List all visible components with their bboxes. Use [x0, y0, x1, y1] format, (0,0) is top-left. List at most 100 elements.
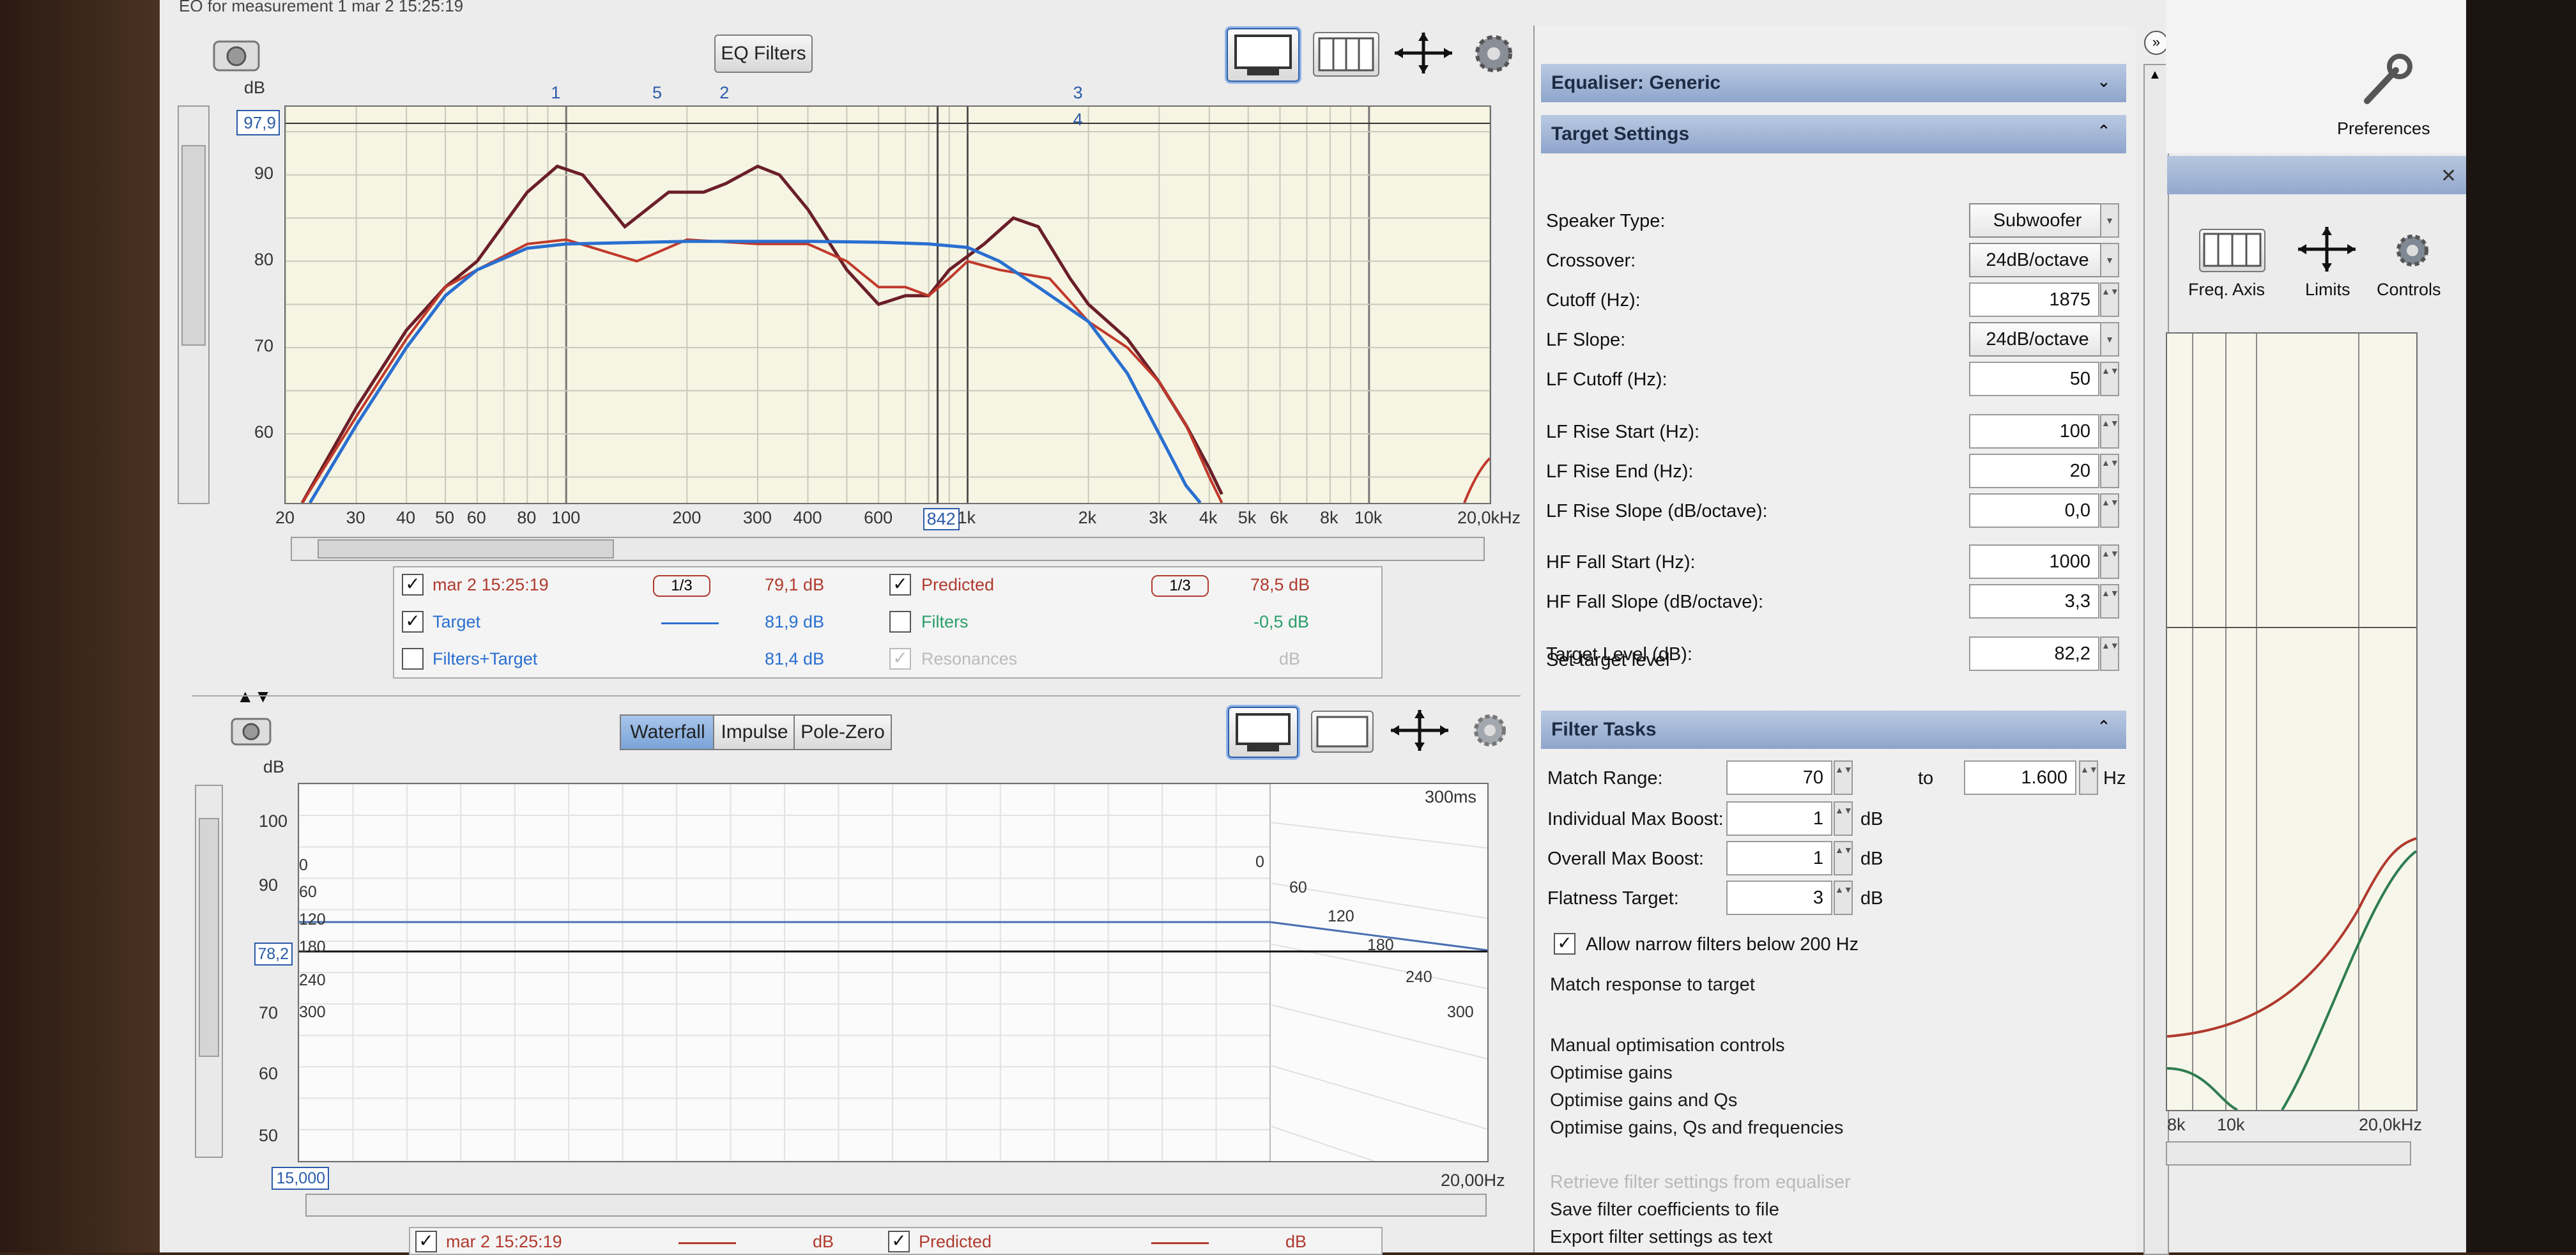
limits-arrows-icon-bottom[interactable] [1388, 708, 1452, 753]
individual-max-boost-field[interactable]: 1 [1726, 801, 1832, 836]
controls-label[interactable]: Controls [2377, 280, 2441, 300]
target-field-input[interactable]: 100 [1969, 414, 2099, 449]
limits-arrows-icon[interactable] [1392, 31, 1455, 75]
hscroll-thumb[interactable] [318, 539, 614, 558]
equaliser-header[interactable]: Equaliser: Generic [1541, 64, 2126, 102]
filter-marker[interactable]: 1 [551, 83, 560, 103]
spinner-arrows-icon[interactable]: ▲▼ [2100, 414, 2119, 449]
tab-waterfall[interactable]: Waterfall [620, 714, 716, 750]
top-graph-hscroll[interactable] [291, 537, 1485, 561]
optimise-gains-qs-button[interactable]: Optimise gains and Qs [1550, 1090, 1737, 1111]
filter-marker[interactable]: 4 [1073, 110, 1083, 130]
legend-checkbox-target[interactable]: ✓ [402, 611, 424, 633]
target-field-combo[interactable]: Subwoofer [1969, 203, 2106, 238]
match-response-button[interactable]: Match response to target [1550, 974, 1755, 996]
predicted-smoothing-badge[interactable]: 1/3 [1151, 575, 1209, 597]
split-icon-bottom[interactable] [1311, 711, 1374, 753]
manual-optimisation-button[interactable]: Manual optimisation controls [1550, 1035, 1785, 1056]
vscroll-thumb[interactable] [181, 145, 206, 346]
camera-icon[interactable] [211, 32, 262, 77]
spinner-arrows-icon[interactable]: ▲▼ [2100, 636, 2119, 671]
target-settings-header[interactable]: Target Settings [1541, 115, 2126, 153]
match-range-from[interactable]: 70 [1726, 760, 1832, 795]
bottom-legend-checkbox[interactable]: ✓ [415, 1231, 437, 1252]
controls-gear-icon[interactable] [2389, 227, 2435, 273]
layout-icon-bottom[interactable] [1228, 707, 1298, 758]
limits-label[interactable]: Limits [2305, 280, 2350, 300]
filter-marker[interactable]: 5 [652, 83, 662, 103]
bottom-x-start-box[interactable]: 15,000 [272, 1167, 329, 1190]
dropdown-arrow-icon[interactable]: ▼ [2100, 203, 2119, 238]
columns-icon[interactable] [1313, 32, 1379, 77]
target-field-combo[interactable]: 24dB/octave [1969, 322, 2106, 357]
legend-checkbox-measurement[interactable]: ✓ [402, 574, 424, 596]
close-icon[interactable]: ✕ [2441, 165, 2457, 187]
splitter-arrows-icon[interactable]: ▲▼ [236, 686, 272, 707]
camera-icon-bottom[interactable] [227, 712, 278, 751]
spinner-arrows-icon[interactable]: ▲▼ [2100, 282, 2119, 317]
spinner-arrows-icon[interactable]: ▲▼ [2100, 584, 2119, 619]
side-panel-vscroll[interactable]: ▲ [2143, 64, 2169, 1255]
tab-impulse[interactable]: Impulse [713, 714, 796, 750]
bottom-vscroll-thumb[interactable] [199, 818, 219, 1057]
target-field-input[interactable]: 3,3 [1969, 584, 2099, 619]
smoothing-badge[interactable]: 1/3 [653, 575, 710, 597]
spinner-arrows-icon[interactable]: ▲▼ [2100, 544, 2119, 579]
right-pane-plot[interactable] [2166, 332, 2418, 1111]
flatness-spinner[interactable]: ▲▼ [1834, 881, 1853, 915]
spinner-arrows-icon[interactable]: ▲▼ [2100, 454, 2119, 488]
collapse-equaliser-icon[interactable]: ⌄ [2097, 72, 2111, 91]
spinner-arrows-icon[interactable]: ▲▼ [2100, 362, 2119, 396]
filter-marker[interactable]: 2 [719, 83, 729, 103]
gear-icon-bottom[interactable] [1468, 708, 1513, 753]
bottom-y-value-box[interactable]: 78,2 [254, 943, 293, 966]
cursor-frequency-box[interactable]: 842 [923, 508, 960, 530]
limits-icon[interactable] [2295, 225, 2359, 273]
target-field-input[interactable]: 20 [1969, 454, 2099, 488]
tab-pole-zero[interactable]: Pole-Zero [793, 714, 892, 750]
flatness-target-field[interactable]: 3 [1726, 881, 1832, 915]
target-field-input[interactable]: 50 [1969, 362, 2099, 396]
dropdown-arrow-icon[interactable]: ▼ [2100, 322, 2119, 357]
allow-narrow-checkbox[interactable]: ✓ [1554, 933, 1575, 955]
wrench-icon[interactable] [2358, 51, 2415, 109]
top-graph-vscroll[interactable] [178, 105, 210, 504]
legend-checkbox-filters-target[interactable] [402, 648, 424, 670]
target-field-input[interactable]: 1875 [1969, 282, 2099, 317]
dropdown-arrow-icon[interactable]: ▼ [2100, 243, 2119, 277]
bottom-graph-hscroll[interactable] [305, 1194, 1487, 1217]
splitter-divider[interactable] [192, 695, 1521, 697]
preferences-label[interactable]: Preferences [2337, 119, 2430, 139]
match-range-to[interactable]: 1.600 [1964, 760, 2076, 795]
individual-boost-spinner[interactable]: ▲▼ [1834, 801, 1853, 836]
bottom-legend-predicted-checkbox[interactable]: ✓ [888, 1231, 910, 1252]
legend-checkbox-filters[interactable] [889, 611, 911, 633]
y-value-box[interactable]: 97,9 [236, 110, 280, 135]
filter-marker[interactable]: 3 [1073, 83, 1083, 103]
right-pane-hscroll[interactable] [2166, 1141, 2411, 1166]
freq-axis-label[interactable]: Freq. Axis [2188, 280, 2265, 300]
scroll-up-icon[interactable]: ▲ [2149, 68, 2161, 82]
gear-icon[interactable] [1469, 28, 1521, 79]
freq-axis-icon[interactable] [2199, 229, 2266, 272]
waterfall-plot[interactable] [298, 783, 1489, 1200]
export-filters-button[interactable]: Export filter settings as text [1550, 1227, 1772, 1248]
legend-checkbox-predicted[interactable]: ✓ [889, 574, 911, 596]
target-field-input[interactable]: 82,2 [1969, 636, 2099, 671]
optimise-all-button[interactable]: Optimise gains, Qs and frequencies [1550, 1118, 1843, 1139]
match-from-spinner[interactable]: ▲▼ [1834, 760, 1853, 795]
retrieve-filters-button[interactable]: Retrieve filter settings from equaliser [1550, 1172, 1851, 1193]
target-field-input[interactable]: 0,0 [1969, 493, 2099, 528]
match-to-spinner[interactable]: ▲▼ [2079, 760, 2098, 795]
optimise-gains-button[interactable]: Optimise gains [1550, 1063, 1673, 1084]
target-field-input[interactable]: 1000 [1969, 544, 2099, 579]
eq-filters-button[interactable]: EQ Filters [714, 35, 813, 73]
spinner-arrows-icon[interactable]: ▲▼ [2100, 493, 2119, 528]
filter-tasks-header[interactable]: Filter Tasks [1541, 711, 2126, 749]
overall-max-boost-field[interactable]: 1 [1726, 841, 1832, 875]
collapse-filter-tasks-icon[interactable]: ⌃ [2097, 717, 2111, 737]
layout-icon[interactable] [1227, 28, 1300, 82]
bottom-graph-vscroll[interactable] [195, 785, 223, 1158]
overall-boost-spinner[interactable]: ▲▼ [1834, 841, 1853, 875]
collapse-target-icon[interactable]: ⌃ [2097, 121, 2111, 141]
